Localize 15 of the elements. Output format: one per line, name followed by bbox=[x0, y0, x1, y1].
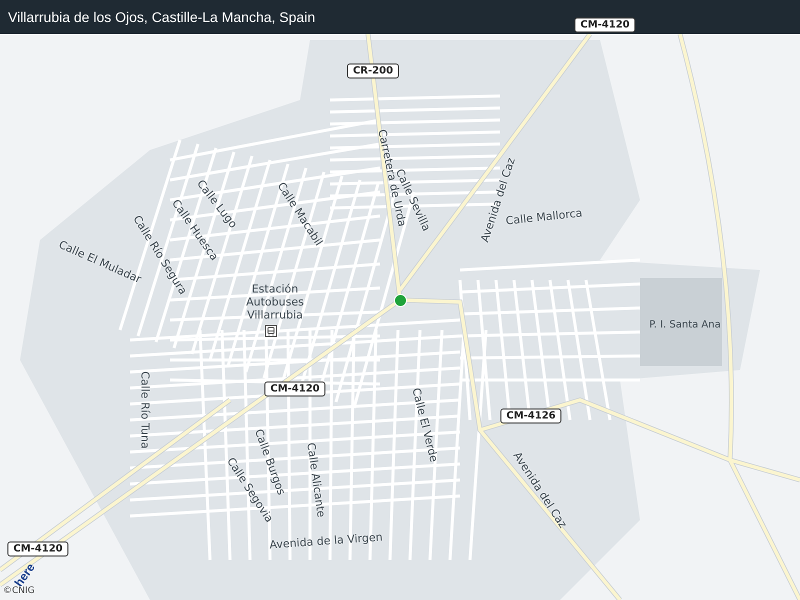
location-title: Villarrubia de los Ojos, Castille-La Mancha, Spain bbox=[8, 9, 316, 25]
street-label: Avenida de la Virgen bbox=[269, 530, 383, 552]
road-number: CM-4126 bbox=[500, 408, 562, 424]
bus-icon bbox=[265, 325, 277, 337]
road-number: CM-4120 bbox=[7, 542, 69, 556]
street-label: Calle Río Tuna bbox=[138, 371, 152, 449]
area-label: P. I. Santa Ana bbox=[649, 320, 721, 330]
street-label: Calle Alicante bbox=[304, 442, 328, 518]
street-label: Calle El Verde bbox=[410, 386, 440, 464]
road-number: CM-4120 bbox=[574, 18, 636, 32]
bus-station-label: Estación Autobuses Villarrubia bbox=[245, 282, 305, 322]
copyright-text: ©CNIG bbox=[2, 586, 36, 596]
road-number: CM-4120 bbox=[264, 382, 326, 396]
street-label: Calle Mallorca bbox=[505, 206, 583, 228]
road-number: CR-200 bbox=[346, 64, 400, 78]
